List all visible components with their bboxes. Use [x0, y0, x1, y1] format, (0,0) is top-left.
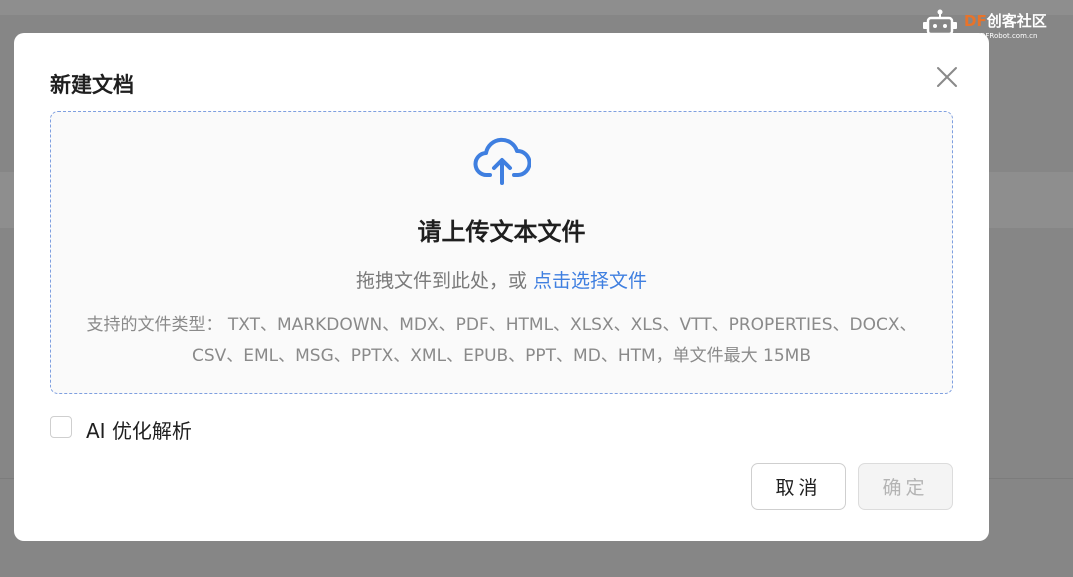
cancel-button[interactable]: 取消 [751, 463, 846, 510]
dropzone-hint: 拖拽文件到此处，或 点击选择文件 [51, 266, 952, 293]
watermark-url: DFRobot.com.cn [980, 32, 1038, 40]
dropzone-hint-text: 拖拽文件到此处，或 [355, 270, 527, 292]
confirm-button[interactable]: 确定 [858, 463, 953, 510]
select-file-link[interactable]: 点击选择文件 [533, 270, 647, 292]
background-header-band [0, 0, 1073, 15]
ai-parse-label: AI 优化解析 [86, 419, 192, 443]
supported-types-line-2: CSV、EML、MSG、PPTX、XML、EPUB、PPT、MD、HTM，单文件… [191, 346, 812, 366]
supported-types-line-1: 支持的文件类型： TXT、MARKDOWN、MDX、PDF、HTML、XLSX、… [86, 315, 917, 335]
dropzone-title: 请上传文本文件 [417, 218, 586, 246]
watermark-brand: DF创客社区 [964, 12, 1047, 30]
supported-file-types: 支持的文件类型： TXT、MARKDOWN、MDX、PDF、HTML、XLSX、… [51, 310, 952, 372]
new-document-dialog: 新建文档 请上传文本文件 拖拽文件到此处，或 点击选择文件 支持的文件类型： T… [14, 33, 989, 541]
close-button[interactable] [932, 62, 962, 92]
file-dropzone[interactable]: 请上传文本文件 拖拽文件到此处，或 点击选择文件 支持的文件类型： TXT、MA… [50, 111, 953, 394]
close-icon [937, 67, 957, 87]
cloud-upload-icon [473, 137, 531, 185]
ai-parse-checkbox[interactable] [50, 416, 72, 438]
dialog-title: 新建文档 [50, 73, 134, 97]
